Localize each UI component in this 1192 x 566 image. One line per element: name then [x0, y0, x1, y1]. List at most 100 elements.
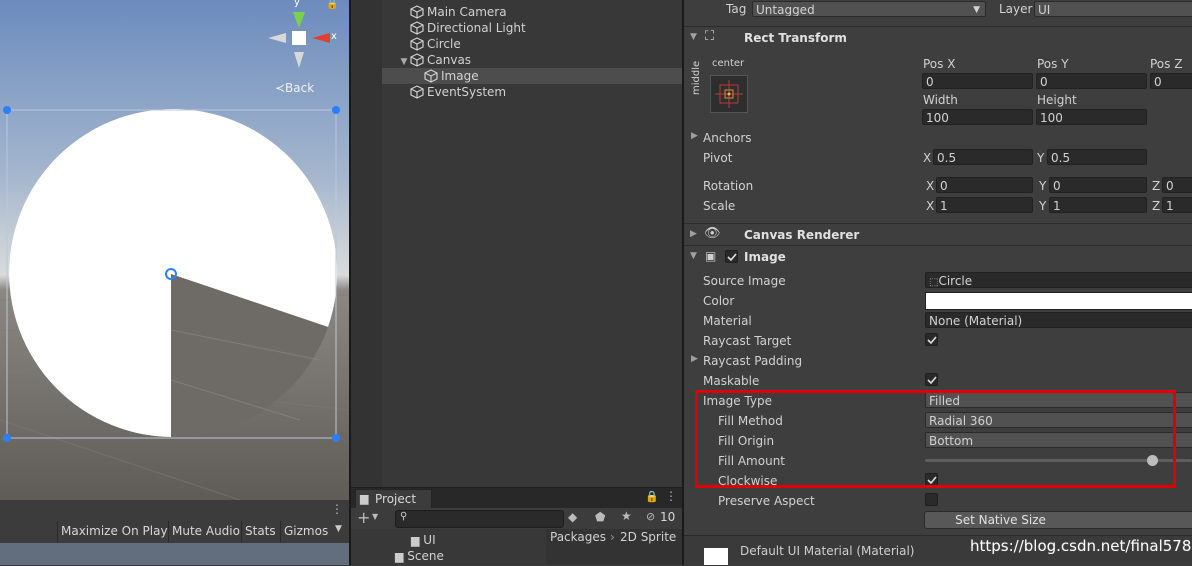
back-view-label[interactable]: ≺Back [275, 81, 314, 95]
pivot-y-field[interactable]: 0.5 [1047, 149, 1147, 165]
anchors-label[interactable]: Anchors [703, 130, 752, 146]
gameobject-cube-icon [410, 53, 424, 67]
axis-y-label: y [294, 0, 300, 8]
folder-item-ui[interactable]: ▆ UI [411, 533, 436, 547]
axis-x-label: x [331, 31, 337, 42]
rotation-y-field[interactable]: 0 [1049, 177, 1147, 193]
gizmos-button[interactable]: Gizmos [280, 521, 331, 542]
maximize-on-play-button[interactable]: Maximize On Play [57, 521, 171, 542]
kebab-menu-icon[interactable]: ⋮ [665, 489, 677, 503]
color-swatch[interactable] [925, 292, 1192, 310]
maskable-checkbox[interactable] [925, 373, 938, 386]
folder-item-scene[interactable]: ▆ Scene [395, 549, 444, 563]
pivot-x-field[interactable]: 0.5 [933, 149, 1033, 165]
preserve-aspect-checkbox[interactable] [925, 493, 938, 506]
rotation-x-field[interactable]: 0 [936, 177, 1033, 193]
hierarchy-list: Main Camera Directional Light Circle ▼ Ca… [382, 4, 682, 100]
hierarchy-item-label: EventSystem [427, 85, 507, 99]
breadcrumb-packages[interactable]: Packages [550, 530, 606, 544]
pos-z-label: Pos Z [1150, 57, 1183, 71]
raycast-target-checkbox[interactable] [925, 333, 938, 346]
pos-y-label: Pos Y [1037, 57, 1069, 71]
fold-open-icon[interactable]: ▼ [398, 54, 410, 70]
tag-value: Untagged [756, 3, 815, 17]
hierarchy-item-canvas[interactable]: ▼ Canvas [382, 52, 682, 68]
tag-label: Tag [726, 2, 747, 16]
project-tab[interactable]: ▆ Project [355, 489, 432, 510]
height-label: Height [1037, 93, 1077, 107]
anchor-h-label: center [712, 58, 745, 69]
highlight-annotation-box [695, 390, 1176, 488]
gameobject-cube-icon [424, 69, 438, 83]
source-image-value: Circle [938, 274, 973, 288]
fold-closed-icon[interactable]: ▶ [690, 229, 697, 239]
image-enabled-checkbox[interactable] [725, 250, 738, 263]
eye-icon: 👁 [704, 226, 721, 241]
image-component-icon: ▣ [705, 249, 717, 263]
scene-view[interactable]: y x 🔒 ≺Back [0, 0, 349, 500]
hierarchy-item-image[interactable]: Image [382, 68, 682, 84]
folder-label: UI [423, 533, 436, 547]
fold-open-icon[interactable]: ▼ [690, 251, 697, 261]
hierarchy-item-circle[interactable]: Circle [382, 36, 682, 52]
project-tab-label: Project [375, 492, 417, 506]
mute-audio-button[interactable]: Mute Audio [168, 521, 243, 542]
chevron-down-icon: ▼ [973, 5, 980, 15]
lock-icon[interactable]: 🔒 [645, 490, 659, 503]
layer-value: UI [1038, 3, 1051, 17]
hierarchy-item-eventsystem[interactable]: EventSystem [382, 84, 682, 100]
canvas-renderer-header[interactable]: ▶ 👁 Canvas Renderer [684, 223, 1192, 245]
anchor-preset-icon [715, 80, 743, 108]
filter-by-label-icon[interactable]: ⬟ [595, 510, 605, 524]
rotation-z-field[interactable]: 0 [1162, 177, 1192, 193]
source-image-field[interactable]: ⬚Circle [925, 272, 1192, 288]
filter-by-type-icon[interactable]: ◆ [568, 510, 577, 524]
create-plus-icon[interactable]: + [357, 508, 370, 527]
folder-icon: ▆ [395, 550, 404, 563]
layer-label: Layer [999, 2, 1033, 16]
game-view-toolbar: Maximize On Play Mute Audio Stats Gizmos… [0, 521, 349, 543]
fold-closed-icon[interactable]: ▶ [691, 354, 698, 364]
rotation-label: Rotation [703, 179, 754, 193]
stats-button[interactable]: Stats [241, 521, 279, 542]
lock-icon[interactable]: 🔒 [326, 0, 338, 10]
hidden-packages-icon[interactable]: ⊘ [646, 510, 655, 523]
pivot-label: Pivot [703, 151, 733, 165]
pos-y-field[interactable]: 0 [1036, 73, 1147, 89]
hidden-packages-count: 10 [660, 510, 676, 524]
project-search-input[interactable]: ⚲ [395, 510, 564, 528]
hierarchy-item-main-camera[interactable]: Main Camera [382, 4, 682, 20]
pos-x-field[interactable]: 0 [922, 73, 1033, 89]
anchor-preset-button[interactable] [710, 75, 748, 113]
scale-label: Scale [703, 199, 736, 213]
image-component-header[interactable]: ▼ ▣ Image [684, 245, 1192, 267]
width-field[interactable]: 100 [922, 109, 1033, 125]
raycast-padding-label[interactable]: Raycast Padding [703, 353, 802, 369]
breadcrumb-2d-sprite[interactable]: 2D Sprite [620, 530, 676, 544]
favorites-star-icon[interactable]: ★ [621, 509, 632, 523]
scene-canvas[interactable] [0, 0, 349, 500]
layer-dropdown[interactable]: UI [1034, 1, 1192, 17]
kebab-menu-icon[interactable]: ⋮ [331, 502, 343, 516]
gameobject-cube-icon [410, 85, 424, 99]
fold-closed-icon[interactable]: ▶ [691, 131, 698, 141]
rect-transform-header[interactable]: ▼ ⛶ Rect Transform [684, 26, 1192, 48]
scale-z-field[interactable]: 1 [1162, 197, 1192, 213]
gameobject-cube-icon [410, 21, 424, 35]
pos-z-field[interactable]: 0 [1150, 73, 1192, 89]
hierarchy-item-label: Canvas [427, 53, 472, 67]
hierarchy-item-label: Image [441, 69, 479, 83]
preserve-aspect-label: Preserve Aspect [718, 494, 815, 508]
material-preview-label: Default UI Material (Material) [740, 544, 915, 558]
height-field[interactable]: 100 [1036, 109, 1147, 125]
hierarchy-item-directional-light[interactable]: Directional Light [382, 20, 682, 36]
chevron-down-icon[interactable]: ▼ [372, 512, 378, 521]
component-title: Rect Transform [744, 31, 847, 45]
scale-y-field[interactable]: 1 [1049, 197, 1147, 213]
set-native-size-button[interactable]: Set Native Size [924, 511, 1192, 529]
material-field[interactable]: None (Material) [925, 312, 1192, 328]
chevron-down-icon[interactable]: ▼ [335, 524, 342, 534]
scale-x-field[interactable]: 1 [936, 197, 1033, 213]
tag-dropdown[interactable]: Untagged ▼ [752, 1, 986, 17]
fold-open-icon[interactable]: ▼ [690, 32, 697, 42]
